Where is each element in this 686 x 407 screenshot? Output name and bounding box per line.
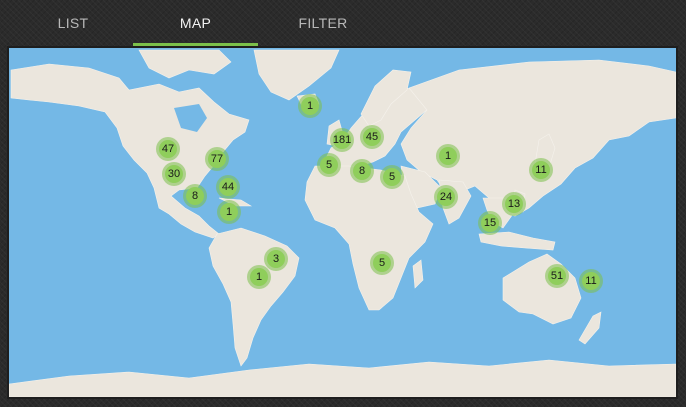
cluster-count: 30 — [168, 168, 180, 180]
cluster-marker-central-europe[interactable]: 45 — [360, 125, 384, 149]
cluster-marker-new-zealand[interactable]: 11 — [579, 269, 603, 293]
cluster-count: 24 — [440, 191, 452, 203]
cluster-marker-india[interactable]: 24 — [434, 185, 458, 209]
tab-map-label: MAP — [179, 15, 212, 31]
cluster-marker-china[interactable]: 1 — [436, 144, 460, 168]
cluster-marker-south-africa[interactable]: 5 — [370, 251, 394, 275]
cluster-count: 5 — [326, 159, 332, 171]
cluster-count: 77 — [211, 153, 223, 165]
cluster-count: 51 — [551, 270, 563, 282]
cluster-marker-spain[interactable]: 5 — [317, 153, 341, 177]
cluster-marker-mexico[interactable]: 8 — [183, 184, 207, 208]
cluster-count: 45 — [366, 131, 378, 143]
cluster-count: 11 — [535, 164, 546, 176]
tab-filter-label: FILTER — [298, 15, 348, 31]
cluster-count: 5 — [379, 257, 385, 269]
cluster-marker-us-west[interactable]: 30 — [162, 162, 186, 186]
world-map[interactable]: 1 181 45 47 77 30 44 8 1 5 8 5 24 1 11 1… — [7, 46, 678, 399]
land-madagascar — [412, 259, 424, 289]
cluster-count: 5 — [389, 171, 395, 183]
tab-list[interactable]: LIST — [20, 0, 126, 46]
cluster-count: 1 — [256, 271, 262, 283]
cluster-marker-indonesia[interactable]: 15 — [478, 211, 502, 235]
cluster-marker-uk[interactable]: 181 — [330, 128, 354, 152]
cluster-count: 44 — [222, 181, 234, 193]
cluster-marker-southeast-asia[interactable]: 13 — [502, 192, 526, 216]
cluster-marker-us-east[interactable]: 77 — [205, 147, 229, 171]
cluster-count: 1 — [307, 100, 313, 112]
cluster-count: 13 — [508, 198, 520, 210]
cluster-marker-egypt[interactable]: 5 — [380, 165, 404, 189]
cluster-marker-canada-west[interactable]: 47 — [156, 137, 180, 161]
cluster-marker-argentina[interactable]: 1 — [247, 265, 271, 289]
cluster-marker-iceland[interactable]: 1 — [298, 94, 322, 118]
cluster-marker-colombia[interactable]: 1 — [217, 200, 241, 224]
cluster-marker-brazil[interactable]: 3 — [264, 247, 288, 271]
cluster-marker-us-south[interactable]: 44 — [216, 175, 240, 199]
cluster-count: 1 — [445, 150, 451, 162]
land-australia — [502, 253, 582, 325]
cluster-count: 1 — [226, 206, 232, 218]
land-masses — [9, 49, 676, 397]
cluster-marker-australia[interactable]: 51 — [545, 264, 569, 288]
tab-bar: LIST MAP FILTER — [0, 0, 686, 46]
land-arctic-islands — [138, 49, 232, 79]
cluster-count: 47 — [162, 143, 174, 155]
cluster-count: 181 — [333, 134, 351, 146]
cluster-count: 8 — [359, 165, 365, 177]
cluster-count: 8 — [192, 190, 198, 202]
land-greenland — [253, 49, 340, 101]
map-canvas[interactable]: 1 181 45 47 77 30 44 8 1 5 8 5 24 1 11 1… — [9, 48, 676, 397]
cluster-count: 3 — [273, 253, 279, 265]
tab-map[interactable]: MAP — [133, 0, 258, 46]
tab-list-label: LIST — [57, 15, 89, 31]
cluster-marker-italy[interactable]: 8 — [350, 159, 374, 183]
cluster-count: 15 — [484, 217, 496, 229]
cluster-count: 11 — [585, 275, 596, 287]
land-south-america — [208, 227, 300, 367]
land-antarctica — [9, 359, 676, 397]
tab-filter[interactable]: FILTER — [260, 0, 386, 46]
cluster-marker-japan[interactable]: 11 — [529, 158, 553, 182]
land-new-zealand — [578, 311, 602, 345]
